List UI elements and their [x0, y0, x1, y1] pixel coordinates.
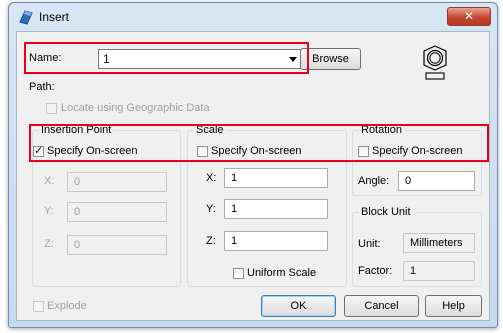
unit-field: Millimeters [403, 233, 475, 253]
insertion-z-value: 0 [74, 239, 81, 251]
insertion-y-field[interactable]: 0 [67, 202, 167, 222]
insertion-y-label: Y: [44, 205, 54, 217]
insert-dialog: Insert ✕ Name: 1 Browse Path: Locate usi… [8, 2, 498, 328]
geo-checkbox[interactable] [46, 103, 57, 114]
cancel-button[interactable]: Cancel [344, 295, 419, 317]
dialog-body: Name: 1 Browse Path: Locate using Geogra… [16, 31, 490, 321]
title-bar: Insert ✕ [9, 3, 497, 30]
factor-value: 1 [410, 265, 417, 277]
scale-y-value: 1 [231, 203, 238, 215]
angle-field[interactable]: 0 [398, 171, 475, 191]
angle-label: Angle: [358, 175, 390, 187]
browse-button[interactable]: Browse [300, 48, 361, 70]
insertion-x-value: 0 [74, 176, 81, 188]
scale-z-value: 1 [231, 235, 238, 247]
path-label: Path: [29, 81, 55, 93]
uniform-scale-label: Uniform Scale [247, 267, 317, 279]
factor-label: Factor: [358, 265, 393, 277]
insertion-x-label: X: [44, 175, 55, 187]
window-title: Insert [39, 10, 70, 24]
explode-label: Explode [47, 300, 87, 312]
insertion-z-label: Z: [44, 238, 54, 250]
uniform-scale-checkbox[interactable] [233, 268, 244, 279]
block-unit-title: Block Unit [359, 206, 413, 218]
scale-y-label: Y: [206, 203, 216, 215]
scale-z-label: Z: [206, 235, 216, 247]
scale-x-label: X: [206, 172, 217, 184]
help-button[interactable]: Help [425, 295, 482, 317]
explode-checkbox[interactable] [33, 301, 44, 312]
geo-label: Locate using Geographic Data [61, 102, 210, 114]
angle-value: 0 [405, 175, 412, 187]
scale-x-value: 1 [231, 172, 238, 184]
unit-label: Unit: [358, 238, 381, 250]
block-preview-icon [423, 45, 447, 80]
close-button[interactable]: ✕ [447, 7, 491, 26]
name-highlight-box [24, 42, 309, 74]
unit-value: Millimeters [410, 237, 463, 249]
app-icon [19, 10, 33, 25]
scale-z-field[interactable]: 1 [224, 231, 328, 251]
insertion-x-field[interactable]: 0 [67, 172, 167, 192]
ok-button[interactable]: OK [261, 295, 336, 317]
scale-x-field[interactable]: 1 [224, 168, 328, 188]
insertion-z-field[interactable]: 0 [67, 235, 167, 255]
specify-onscreen-highlight-box [29, 124, 489, 162]
insertion-y-value: 0 [74, 206, 81, 218]
factor-field: 1 [403, 261, 475, 281]
scale-y-field[interactable]: 1 [224, 199, 328, 219]
